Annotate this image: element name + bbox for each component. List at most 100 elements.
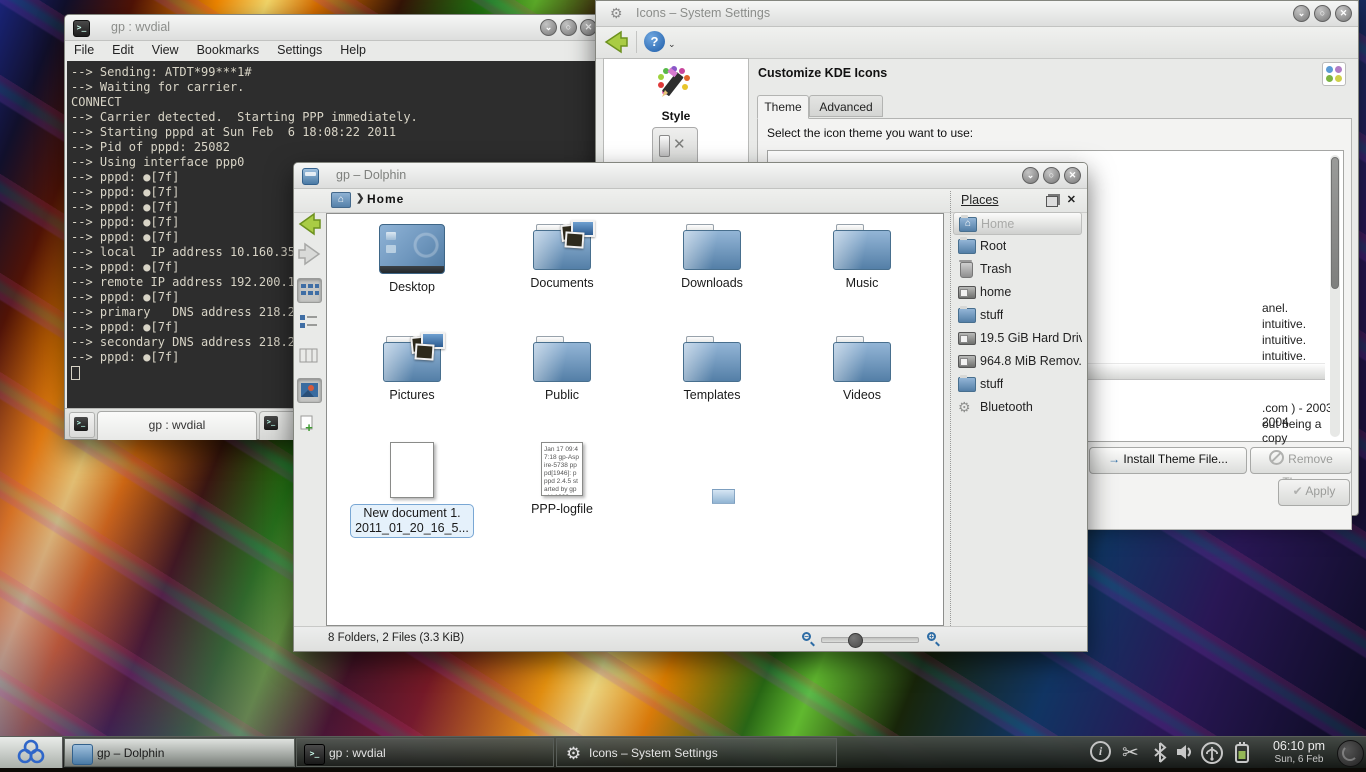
terminal-icon: >_ [304, 744, 325, 765]
maximize-icon[interactable]: ○ [1314, 5, 1331, 22]
place-bluetooth[interactable]: ⚙Bluetooth [953, 396, 1082, 419]
install-theme-button[interactable]: → Install Theme File... [1089, 447, 1247, 474]
apply-button[interactable]: ✔ Apply [1278, 479, 1350, 506]
file-item-new-document[interactable]: New document 1.2011_01_20_16_5... [337, 442, 487, 538]
app-launcher-button[interactable] [0, 737, 63, 768]
close-panel-icon[interactable]: ✕ [1067, 193, 1076, 206]
clock[interactable]: 06:10 pm Sun, 6 Feb [1266, 738, 1332, 765]
new-tab-button[interactable]: >_ [69, 412, 95, 438]
zoom-slider[interactable] [821, 637, 919, 643]
folder-item-downloads[interactable]: Downloads [637, 224, 787, 290]
menu-edit[interactable]: Edit [103, 41, 143, 59]
folder-item-music[interactable]: Music [787, 224, 937, 290]
menu-file[interactable]: File [65, 41, 103, 59]
zoom-slider-handle[interactable] [848, 633, 863, 648]
icons-module-icon [1322, 62, 1346, 86]
list-item-fragment: intuitive. [1262, 333, 1306, 347]
tab-wvdial[interactable]: gp : wvdial [97, 411, 257, 440]
scrollbar[interactable] [1330, 155, 1340, 437]
menu-view[interactable]: View [143, 41, 188, 59]
bluetooth-icon[interactable] [1152, 742, 1168, 763]
file-item-ppp-logfile[interactable]: Jan 17 09:47:18 gp-Aspire-5738 pppd[1946… [487, 442, 637, 516]
place-removable[interactable]: 964.8 MiB Remov... [953, 350, 1082, 373]
syssettings-title: Icons – System Settings [636, 6, 770, 20]
split-view-button[interactable]: + [297, 412, 322, 437]
check-icon: ✔ [1293, 484, 1303, 498]
place-hard-drive[interactable]: 19.5 GiB Hard Drive [953, 327, 1082, 350]
remove-theme-button[interactable]: Remove Theme [1250, 447, 1352, 474]
drive-icon [958, 332, 976, 345]
konsole-title: gp : wvdial [111, 20, 170, 34]
folder-item-public[interactable]: Public [487, 336, 637, 402]
folder-icon [683, 336, 741, 382]
konsole-titlebar[interactable]: >_ gp : wvdial ⌄ ○ ✕ [65, 15, 601, 41]
menu-settings[interactable]: Settings [268, 41, 331, 59]
battery-icon[interactable] [1232, 741, 1252, 764]
gear-icon: ⚙ [958, 400, 974, 413]
close-icon[interactable]: ✕ [1064, 167, 1081, 184]
task-wvdial[interactable]: >_ gp : wvdial [296, 738, 554, 767]
float-panel-icon[interactable] [1046, 196, 1058, 207]
place-root[interactable]: Root [953, 235, 1082, 258]
folder-icon [958, 308, 976, 323]
details-view-button[interactable] [297, 310, 322, 335]
panel-cashew-icon[interactable] [1337, 740, 1364, 767]
place-stuff-2[interactable]: stuff [953, 373, 1082, 396]
folder-item-videos[interactable]: Videos [787, 336, 937, 402]
list-item-fragment: anel. [1262, 301, 1288, 315]
place-home[interactable]: ⌂Home [953, 212, 1082, 235]
info-icon[interactable]: i [1090, 741, 1111, 762]
list-item-fragment: intuitive. [1262, 349, 1306, 363]
folder-item-templates[interactable]: Templates [637, 336, 787, 402]
folder-item-pictures[interactable]: Pictures [337, 336, 487, 402]
home-folder-icon[interactable]: ⌂ [331, 192, 351, 208]
folder-icon [833, 224, 891, 270]
status-text: 8 Folders, 2 Files (3.3 KiB) [328, 632, 464, 644]
tab-advanced[interactable]: Advanced [809, 95, 883, 117]
zoom-in-icon[interactable]: + [927, 632, 940, 645]
menu-help[interactable]: Help [331, 41, 375, 59]
folder-item-documents[interactable]: Documents [487, 224, 637, 290]
place-home-partition[interactable]: home [953, 281, 1082, 304]
usb-device-icon[interactable] [1200, 741, 1224, 765]
dolphin-titlebar[interactable]: gp – Dolphin ⌄ ○ ✕ [294, 163, 1087, 189]
back-icon[interactable] [603, 30, 629, 54]
task-system-settings[interactable]: ⚙ Icons – System Settings [556, 738, 837, 767]
back-icon[interactable] [297, 212, 322, 237]
preview-button[interactable] [297, 378, 322, 403]
folder-view[interactable]: Desktop Documents Downloads Music Pictur… [326, 213, 944, 626]
breadcrumb-home[interactable]: Home [367, 192, 404, 206]
terminal-line: --> Pid of pppd: 25082 [71, 140, 595, 155]
place-trash[interactable]: Trash [953, 258, 1082, 281]
document-icon [390, 442, 434, 498]
hardware-icon[interactable]: ✕ [652, 127, 698, 165]
klipper-scissors-icon[interactable]: ✂ [1122, 740, 1139, 765]
task-dolphin[interactable]: gp – Dolphin [64, 738, 295, 767]
close-icon[interactable]: ✕ [1335, 5, 1352, 22]
chevron-down-icon[interactable]: ⌄ [668, 39, 676, 50]
folder-item-desktop[interactable]: Desktop [337, 224, 487, 294]
columns-view-button[interactable] [297, 344, 322, 369]
syssettings-titlebar[interactable]: ⚙ Icons – System Settings ⌄ ○ ✕ [596, 1, 1358, 27]
dolphin-window-icon [302, 168, 319, 185]
wrench-shape: ✕ [673, 136, 690, 153]
place-stuff[interactable]: stuff [953, 304, 1082, 327]
icons-view-button[interactable] [297, 278, 322, 303]
clock-date: Sun, 6 Feb [1266, 754, 1332, 765]
help-icon[interactable]: ? [644, 31, 665, 52]
minimize-icon[interactable]: ⌄ [1293, 5, 1310, 22]
forward-icon[interactable] [297, 242, 322, 267]
folder-icon [533, 224, 591, 270]
window-dolphin: gp – Dolphin ⌄ ○ ✕ ⌂ ❯ Home + Desktop Do… [293, 162, 1088, 652]
volume-icon[interactable] [1176, 744, 1194, 760]
zoom-out-icon[interactable]: − [802, 632, 815, 645]
tab-theme[interactable]: Theme [757, 95, 809, 119]
maximize-icon[interactable]: ○ [560, 19, 577, 36]
sidebar-item-style[interactable]: Style [604, 63, 748, 121]
maximize-icon[interactable]: ○ [1043, 167, 1060, 184]
minimize-icon[interactable]: ⌄ [540, 19, 557, 36]
scrollbar-thumb[interactable] [1331, 157, 1339, 289]
terminal-icon: >_ [264, 416, 278, 430]
menu-bookmarks[interactable]: Bookmarks [188, 41, 269, 59]
minimize-icon[interactable]: ⌄ [1022, 167, 1039, 184]
